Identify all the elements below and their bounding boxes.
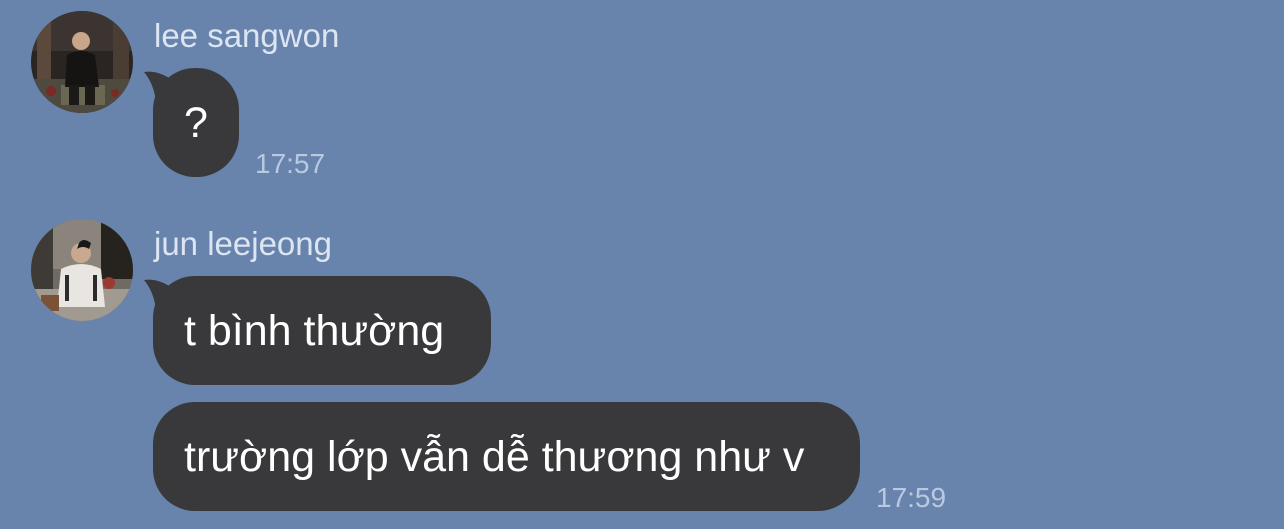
sender-name: lee sangwon: [154, 17, 340, 54]
message-bubble[interactable]: t bình thường: [153, 276, 491, 385]
message-text: ?: [184, 98, 208, 147]
user-avatar-photo-icon: [31, 11, 133, 113]
message-text: trường lớp vẫn dễ thương như v: [184, 432, 805, 481]
message-timestamp: 17:59: [876, 482, 947, 513]
message-timestamp: 17:57: [255, 148, 326, 179]
message-text: t bình thường: [184, 306, 445, 355]
message-bubble[interactable]: ?: [153, 68, 239, 177]
avatar-lee-sangwon[interactable]: [31, 11, 133, 113]
sender-name: jun leejeong: [154, 225, 332, 262]
message-bubble[interactable]: trường lớp vẫn dễ thương như v: [153, 402, 860, 511]
avatar-jun-leejeong[interactable]: [31, 219, 133, 321]
user-avatar-photo-icon: [31, 219, 133, 321]
